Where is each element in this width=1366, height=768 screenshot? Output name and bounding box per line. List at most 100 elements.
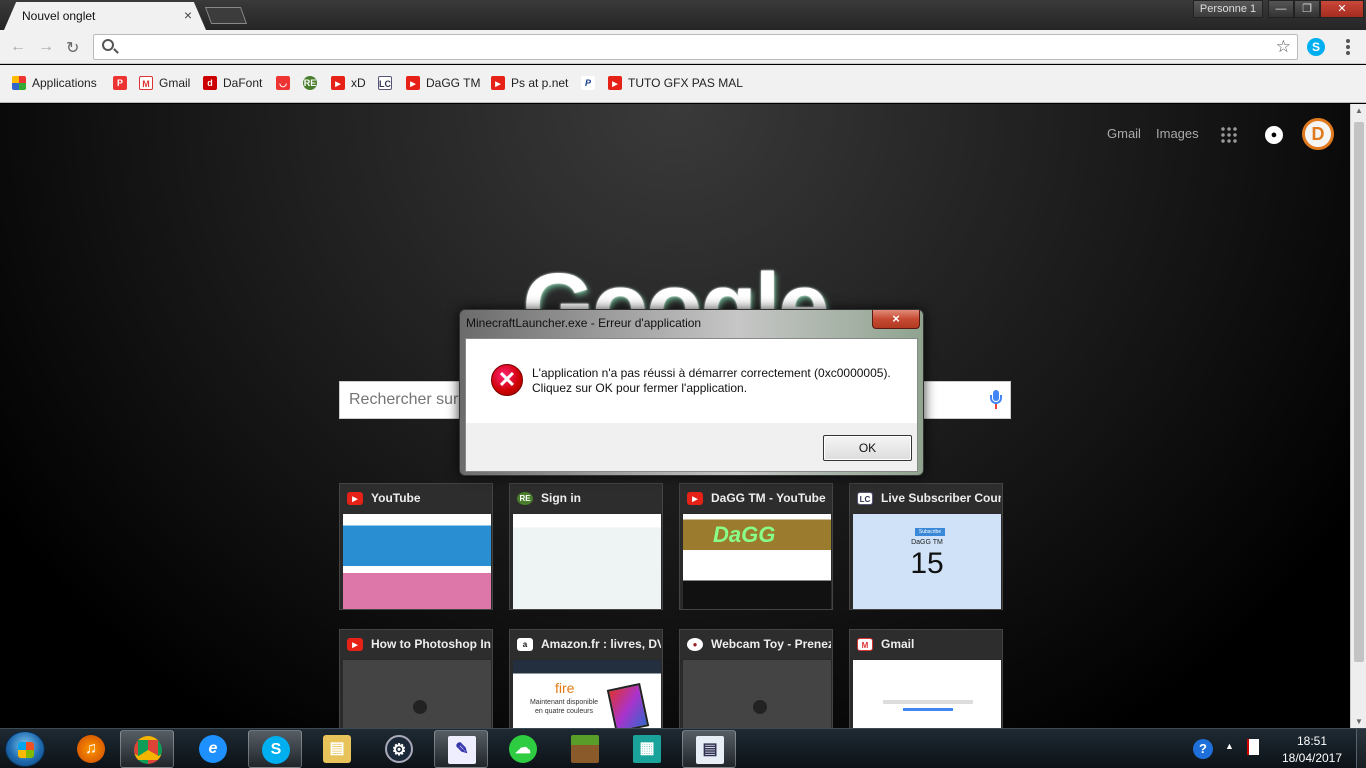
ie-icon: e (199, 735, 227, 763)
skype-extension-icon[interactable]: S (1307, 38, 1325, 56)
most-visited-tile[interactable]: YouTube (339, 483, 493, 610)
bookmark-xd[interactable]: xD (331, 76, 366, 90)
launcher-window-icon: ▤ (696, 736, 724, 764)
chrome-menu-icon[interactable] (1340, 38, 1356, 56)
error-message-line2: Cliquez sur OK pour fermer l'application… (532, 381, 748, 395)
dialog-body: ✕ L'application n'a pas réussi à démarre… (465, 338, 918, 472)
gmail-link[interactable]: Gmail (1107, 126, 1141, 141)
placeholder-dot (753, 700, 767, 714)
bookmark-gmail[interactable]: M Gmail (139, 76, 190, 90)
tray-expand-icon[interactable]: ▲ (1225, 741, 1234, 751)
omnibox[interactable]: ☆ (93, 34, 1298, 60)
clock-time[interactable]: 18:51 (1282, 734, 1342, 748)
dialog-close-button[interactable]: × (872, 310, 920, 329)
dialog-title: MinecraftLauncher.exe - Erreur d'applica… (466, 316, 702, 330)
bookmark-tuto-gfx[interactable]: TUTO GFX PAS MAL (608, 76, 743, 90)
bookmark-applications[interactable]: Applications (12, 76, 97, 90)
tile-title: Live Subscriber Count (881, 491, 1001, 505)
notifications-bell-icon[interactable]: ● (1265, 126, 1283, 144)
winamp-icon: ♫ (77, 735, 105, 763)
bookmark-label: DaGG TM (426, 76, 481, 90)
microphone-icon[interactable] (990, 390, 1002, 410)
tile-title: How to Photoshop In (371, 637, 491, 651)
dagg-logo: DaGG (713, 522, 776, 547)
taskbar-explorer[interactable]: ▤ (310, 730, 364, 768)
explorer-icon: ▤ (323, 735, 351, 763)
bookmark-dagg-tm[interactable]: DaGG TM (406, 76, 480, 90)
taskbar-chrome[interactable] (120, 730, 174, 768)
most-visited-tile[interactable]: RE Sign in (509, 483, 663, 610)
bookmark-red[interactable]: ◡ (276, 76, 296, 90)
subscribe-badge: Subscribe (915, 528, 945, 536)
bookmark-ps-at-pnet[interactable]: Ps at p.net (491, 76, 568, 90)
game-icon: ▦ (633, 735, 661, 763)
taskbar-steam[interactable]: ⚙ (372, 730, 426, 768)
taskbar-launcher-window[interactable]: ▤ (682, 730, 736, 768)
images-link[interactable]: Images (1156, 126, 1199, 141)
most-visited-tile[interactable]: DaGG TM - YouTube DaGG (679, 483, 833, 610)
back-arrow-icon[interactable]: ← (10, 38, 26, 56)
dialog-message-area: ✕ L'application n'a pas réussi à démarre… (466, 339, 917, 423)
maximize-button[interactable]: ❐ (1294, 0, 1320, 18)
bookmark-paypal[interactable]: P (581, 76, 601, 90)
minecraft-icon (571, 735, 599, 763)
help-icon[interactable]: ? (1193, 739, 1213, 759)
fire-text: Maintenant disponible en quatre couleurs (529, 699, 599, 715)
taskbar-minecraft[interactable] (558, 730, 612, 768)
youtube-icon (687, 492, 703, 505)
browser-toolbar: ← → ↻ ☆ S (0, 30, 1366, 64)
gmail-loading-bar (903, 708, 953, 711)
new-tab-button[interactable] (204, 7, 248, 24)
taskbar-cloud[interactable]: ☁ (496, 730, 550, 768)
error-dialog: MinecraftLauncher.exe - Erreur d'applica… (459, 309, 924, 476)
tile-title: Sign in (541, 491, 581, 505)
taskbar-game[interactable]: ▦ (620, 730, 674, 768)
taskbar-ie[interactable]: e (186, 730, 240, 768)
lc-icon: LC (378, 76, 392, 90)
show-desktop-button[interactable] (1356, 729, 1366, 768)
scrollbar-thumb[interactable] (1354, 122, 1364, 662)
taskbar-winamp[interactable]: ♫ (64, 730, 118, 768)
page-scrollbar[interactable]: ▲ ▼ (1350, 104, 1366, 728)
bookmark-dafont[interactable]: d DaFont (203, 76, 262, 90)
scroll-up-icon[interactable]: ▲ (1355, 106, 1363, 115)
pinterest-icon: P (113, 76, 127, 90)
action-center-flag-icon[interactable] (1247, 739, 1259, 755)
taskbar-paint[interactable]: ✎ (434, 730, 488, 768)
tab-nouvel-onglet[interactable]: Nouvel onglet × (4, 2, 206, 30)
taskbar-skype[interactable]: S (248, 730, 302, 768)
close-window-button[interactable]: ✕ (1320, 0, 1364, 18)
tile-title: Amazon.fr : livres, DVD (541, 637, 661, 651)
tab-close-icon[interactable]: × (184, 7, 192, 23)
error-icon: ✕ (491, 364, 523, 396)
forward-arrow-icon[interactable]: → (38, 38, 54, 56)
gmail-icon: M (139, 76, 153, 90)
account-avatar[interactable]: D (1302, 118, 1334, 150)
google-apps-icon[interactable] (1220, 126, 1238, 144)
dafont-icon: d (203, 76, 217, 90)
tab-title: Nouvel onglet (22, 9, 96, 23)
bookmark-pinterest[interactable]: P (113, 76, 133, 90)
profile-button[interactable]: Personne 1 (1193, 0, 1263, 18)
tab-strip: Nouvel onglet × Personne 1 — ❐ ✕ (0, 0, 1366, 30)
placeholder-dot (413, 700, 427, 714)
most-visited-tile[interactable]: LC Live Subscriber Count Subscribe DaGG T… (849, 483, 1003, 610)
start-button[interactable] (5, 731, 45, 767)
bookmark-label: Applications (32, 76, 97, 90)
error-message-line1: L'application n'a pas réussi à démarrer … (532, 366, 891, 380)
clock-date[interactable]: 18/04/2017 (1272, 751, 1352, 765)
steam-icon: ⚙ (385, 735, 413, 763)
bookmark-re[interactable]: RE (303, 76, 323, 90)
reload-icon[interactable]: ↻ (66, 38, 79, 58)
ok-button[interactable]: OK (823, 435, 912, 461)
gmail-text-line (883, 700, 973, 704)
bookmark-star-icon[interactable]: ☆ (1276, 37, 1291, 57)
omnibox-input[interactable] (124, 38, 1264, 56)
minimize-button[interactable]: — (1268, 0, 1294, 18)
bookmark-lc[interactable]: LC (378, 76, 398, 90)
youtube-icon (331, 76, 345, 90)
scroll-down-icon[interactable]: ▼ (1355, 717, 1363, 726)
webcamtoy-icon: ● (687, 638, 703, 651)
re-icon: RE (303, 76, 317, 90)
tile-thumbnail (513, 514, 661, 609)
